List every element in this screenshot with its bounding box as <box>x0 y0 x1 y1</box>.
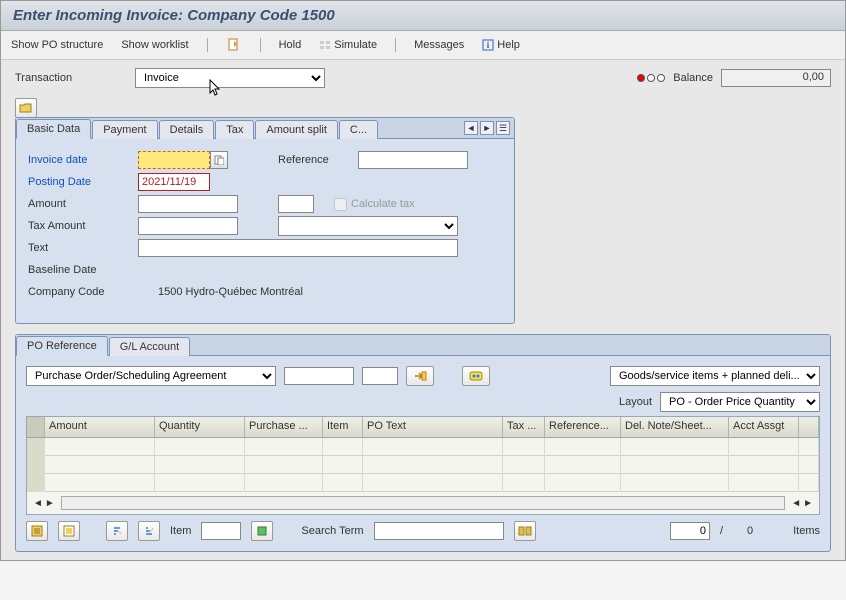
company-code-value: 1500 Hydro-Québec Montréal <box>158 286 303 298</box>
item-label: Item <box>170 525 191 537</box>
col-item[interactable]: Item <box>323 417 363 437</box>
scroll-left2-button[interactable]: ◄ <box>791 498 801 509</box>
tab-amount-split[interactable]: Amount split <box>255 120 338 139</box>
transaction-dropdown[interactable]: Invoice <box>135 68 325 88</box>
col-reference[interactable]: Reference... <box>545 417 621 437</box>
select-all-button[interactable] <box>26 521 48 541</box>
posting-date-input[interactable] <box>138 173 210 191</box>
svg-text:i: i <box>487 40 490 50</box>
tab-scroll-left-button[interactable]: ◄ <box>464 121 478 135</box>
divider <box>207 38 208 52</box>
invoice-date-help-button[interactable] <box>210 151 228 169</box>
search-term-input[interactable] <box>374 522 504 540</box>
balance-label: Balance <box>673 72 713 84</box>
deselect-all-button[interactable] <box>58 521 80 541</box>
tab-po-reference[interactable]: PO Reference <box>16 336 108 356</box>
tab-list-button[interactable]: ☰ <box>496 121 510 135</box>
balance-status-light <box>637 74 665 82</box>
tab-basic-data[interactable]: Basic Data <box>16 119 91 139</box>
simulate-link: Simulate <box>319 39 377 51</box>
col-acct-assgt[interactable]: Acct Assgt <box>729 417 799 437</box>
divider <box>395 38 396 52</box>
currency-input[interactable] <box>278 195 314 213</box>
items-panel: PO Reference G/L Account Purchase Order/… <box>15 334 831 552</box>
worklist-toggle-button[interactable] <box>15 98 37 118</box>
find-button[interactable] <box>514 521 536 541</box>
baseline-date-label: Baseline Date <box>28 264 138 276</box>
col-del-note[interactable]: Del. Note/Sheet... <box>621 417 729 437</box>
items-grid: Amount Quantity Purchase ... Item PO Tex… <box>26 416 820 515</box>
layout-label: Layout <box>619 396 652 408</box>
item-input[interactable] <box>201 522 241 540</box>
tax-amount-input[interactable] <box>138 217 238 235</box>
tab-gl-account[interactable]: G/L Account <box>109 337 191 356</box>
item-position-input[interactable] <box>670 522 710 540</box>
col-po-text[interactable]: PO Text <box>363 417 503 437</box>
scroll-left-button[interactable]: ◄ <box>33 498 43 509</box>
search-term-label: Search Term <box>301 525 363 537</box>
save-parked-icon[interactable] <box>226 37 242 53</box>
amount-label: Amount <box>28 198 138 210</box>
scroll-right-button[interactable]: ► <box>45 498 55 509</box>
scroll-right2-button[interactable]: ► <box>803 498 813 509</box>
page-title: Enter Incoming Invoice: Company Code 150… <box>13 7 833 24</box>
items-tabstrip: PO Reference G/L Account <box>16 335 830 356</box>
messages-link: Messages <box>414 39 464 51</box>
sort-asc-button[interactable] <box>106 521 128 541</box>
grid-hscrollbar[interactable] <box>61 496 785 510</box>
goods-services-dropdown[interactable]: Goods/service items + planned deli... <box>610 366 820 386</box>
po-type-dropdown[interactable]: Purchase Order/Scheduling Agreement <box>26 366 276 386</box>
po-item-input[interactable] <box>362 367 398 385</box>
po-number-input[interactable] <box>284 367 354 385</box>
col-tax[interactable]: Tax ... <box>503 417 545 437</box>
filter-button[interactable] <box>251 521 273 541</box>
tax-amount-label: Tax Amount <box>28 220 138 232</box>
tab-tax[interactable]: Tax <box>215 120 254 139</box>
tax-code-dropdown[interactable] <box>278 216 458 236</box>
reference-input[interactable] <box>358 151 468 169</box>
divider <box>260 38 261 52</box>
app-toolbar: Show PO structure Show worklist Hold Sim… <box>1 31 845 60</box>
title-bar: Enter Incoming Invoice: Company Code 150… <box>1 1 845 31</box>
company-code-label: Company Code <box>28 286 158 298</box>
hold-link[interactable]: Hold <box>279 39 302 51</box>
tab-details[interactable]: Details <box>159 120 215 139</box>
transaction-label: Transaction <box>15 72 115 84</box>
more-options-button[interactable] <box>462 366 490 386</box>
header-panel: Basic Data Payment Details Tax Amount sp… <box>15 117 515 324</box>
item-total: 0 <box>733 525 753 537</box>
calculate-tax-checkbox[interactable]: Calculate tax <box>334 198 415 211</box>
item-sep: / <box>720 525 723 537</box>
col-amount[interactable]: Amount <box>45 417 155 437</box>
table-row[interactable] <box>27 438 819 456</box>
col-quantity[interactable]: Quantity <box>155 417 245 437</box>
execute-button[interactable] <box>406 366 434 386</box>
tab-payment[interactable]: Payment <box>92 120 157 139</box>
table-row[interactable] <box>27 456 819 474</box>
amount-input[interactable] <box>138 195 238 213</box>
posting-date-label: Posting Date <box>28 176 138 188</box>
reference-label: Reference <box>278 154 358 166</box>
tab-scroll-right-button[interactable]: ► <box>480 121 494 135</box>
balance-value: 0,00 <box>721 69 831 87</box>
show-po-structure-link[interactable]: Show PO structure <box>11 39 103 51</box>
col-scroll <box>799 417 819 437</box>
table-row[interactable] <box>27 474 819 492</box>
header-tabstrip: Basic Data Payment Details Tax Amount sp… <box>16 118 514 139</box>
tab-contacts[interactable]: C... <box>339 120 378 139</box>
text-label: Text <box>28 242 138 254</box>
layout-dropdown[interactable]: PO - Order Price Quantity <box>660 392 820 412</box>
col-purchase[interactable]: Purchase ... <box>245 417 323 437</box>
show-worklist-link[interactable]: Show worklist <box>121 39 188 51</box>
help-link[interactable]: i Help <box>482 39 520 51</box>
invoice-date-input[interactable] <box>138 151 210 169</box>
invoice-date-label: Invoice date <box>28 154 138 166</box>
sort-desc-button[interactable] <box>138 521 160 541</box>
items-label: Items <box>793 525 820 537</box>
grid-select-all[interactable] <box>27 417 45 437</box>
text-input[interactable] <box>138 239 458 257</box>
